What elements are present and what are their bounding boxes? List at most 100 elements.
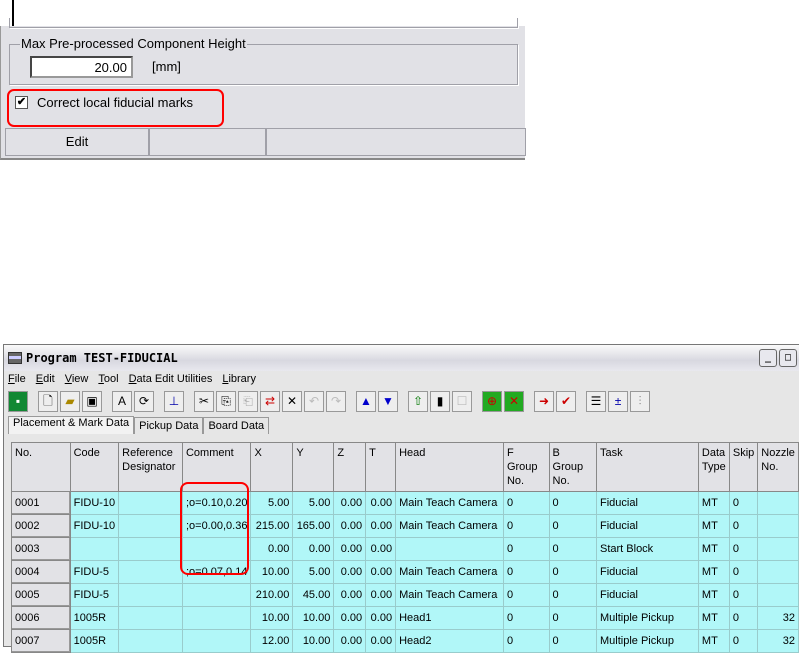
redo-icon[interactable]: ↷ xyxy=(326,391,346,412)
table-cell[interactable]: Fiducial xyxy=(596,514,699,538)
table-cell[interactable]: Fiducial xyxy=(596,491,699,515)
new-file-icon[interactable]: 🗋 xyxy=(38,391,58,412)
table-cell[interactable]: 12.00 xyxy=(250,629,294,653)
table-cell[interactable]: Multiple Pickup xyxy=(596,606,699,630)
table-cell[interactable]: 5.00 xyxy=(292,491,335,515)
disabled-icon[interactable]: ☐ xyxy=(452,391,472,412)
table-cell[interactable]: Fiducial xyxy=(596,560,699,584)
table-cell[interactable]: MT xyxy=(697,629,730,653)
column-header[interactable]: No. xyxy=(11,442,71,492)
column-header[interactable]: Y xyxy=(292,442,335,492)
delete-icon[interactable]: ✕ xyxy=(282,391,302,412)
table-cell[interactable] xyxy=(181,629,252,653)
table-row[interactable]: 0001 FIDU-10 ;o=0.10,0.20 5.00 5.00 0.00 0.00 M… xyxy=(11,491,799,515)
table-cell[interactable]: 0 xyxy=(548,514,598,538)
paste-icon[interactable]: ⎗ xyxy=(238,391,258,412)
check-icon[interactable]: ✔ xyxy=(556,391,576,412)
table-cell[interactable]: 0.00 xyxy=(250,537,294,561)
undo-icon[interactable]: ↶ xyxy=(304,391,324,412)
table-cell[interactable]: 0 xyxy=(548,606,598,630)
table-cell[interactable]: 0.00 xyxy=(333,537,367,561)
table-cell[interactable]: 1005R xyxy=(69,606,120,630)
table-cell[interactable]: 0 xyxy=(502,629,550,653)
table-row[interactable]: 0007 1005R 12.00 10.00 0.00 0.00 Head2 0 0 Multip… xyxy=(11,629,799,653)
table-cell[interactable]: Head1 xyxy=(395,606,504,630)
table-cell[interactable] xyxy=(69,537,120,561)
table-cell[interactable]: 0.00 xyxy=(365,514,397,538)
table-cell[interactable]: 0 xyxy=(502,514,550,538)
tab-pickup-data[interactable]: Pickup Data xyxy=(134,417,204,434)
row-number[interactable]: 0007 xyxy=(11,629,71,653)
column-header[interactable]: Z xyxy=(333,442,367,492)
table-cell[interactable]: 0 xyxy=(548,491,598,515)
table-cell[interactable]: 32 xyxy=(757,629,799,653)
column-header[interactable]: F Group No. xyxy=(502,442,550,492)
table-cell[interactable] xyxy=(757,583,799,607)
column-header[interactable]: Nozzle No. xyxy=(757,442,799,492)
align-icon[interactable]: ± xyxy=(608,391,628,412)
table-cell[interactable]: Fiducial xyxy=(596,583,699,607)
tab-board-data[interactable]: Board Data xyxy=(203,417,270,434)
table-cell[interactable]: 0 xyxy=(728,629,759,653)
move-bottom-icon[interactable]: ▼ xyxy=(378,391,398,412)
row-number[interactable]: 0003 xyxy=(11,537,71,561)
table-cell[interactable] xyxy=(118,606,183,630)
column-header[interactable]: B Group No. xyxy=(548,442,598,492)
table-cell[interactable]: Head2 xyxy=(395,629,504,653)
table-cell[interactable] xyxy=(181,606,252,630)
table-cell[interactable]: 0.00 xyxy=(333,560,367,584)
table-row[interactable]: 0006 1005R 10.00 10.00 0.00 0.00 Head1 0 0 Multip… xyxy=(11,606,799,630)
table-cell[interactable]: 0.00 xyxy=(365,629,397,653)
column-header[interactable]: Head xyxy=(395,442,504,492)
table-cell[interactable]: 0.00 xyxy=(365,583,397,607)
table-cell[interactable]: 0.00 xyxy=(292,537,335,561)
table-cell[interactable]: 0 xyxy=(728,606,759,630)
column-header[interactable]: Task xyxy=(596,442,699,492)
table-cell[interactable]: Main Teach Camera xyxy=(395,491,504,515)
table-row[interactable]: 0003 0.00 0.00 0.00 0.00 0 0 Start Block MT 0 xyxy=(11,537,799,561)
table-cell[interactable]: 0.00 xyxy=(365,537,397,561)
table-cell[interactable]: 0 xyxy=(502,560,550,584)
table-cell[interactable]: 32 xyxy=(757,606,799,630)
table-row[interactable]: 0004 FIDU-5 ;o=0.07,0.14 10.00 5.00 0.00 0.00 M… xyxy=(11,560,799,584)
table-cell[interactable]: 0.00 xyxy=(333,583,367,607)
find-icon[interactable]: A xyxy=(112,391,132,412)
menu-data-edit-utilities[interactable]: Data Edit Utilities xyxy=(129,373,213,385)
table-cell[interactable]: 0 xyxy=(728,560,759,584)
table-cell[interactable]: 0.00 xyxy=(333,491,367,515)
column-header[interactable]: Skip xyxy=(728,442,759,492)
table-cell[interactable] xyxy=(118,514,183,538)
row-number[interactable]: 0004 xyxy=(11,560,71,584)
table-cell[interactable]: 0.00 xyxy=(333,606,367,630)
replace-icon[interactable]: ⟳ xyxy=(134,391,154,412)
move-top-icon[interactable]: ▲ xyxy=(356,391,376,412)
row-number[interactable]: 0001 xyxy=(11,491,71,515)
table-cell[interactable]: MT xyxy=(697,560,730,584)
table-cell[interactable] xyxy=(395,537,504,561)
menu-edit[interactable]: Edit xyxy=(36,373,55,385)
height-input[interactable]: 20.00 xyxy=(30,56,133,78)
table-cell[interactable] xyxy=(118,491,183,515)
table-cell[interactable] xyxy=(757,514,799,538)
maximize-button[interactable]: □ xyxy=(779,349,797,367)
table-cell[interactable]: 5.00 xyxy=(292,560,335,584)
minimize-button[interactable]: _ xyxy=(759,349,777,367)
table-cell[interactable]: 0 xyxy=(548,537,598,561)
table-cell[interactable]: 0 xyxy=(728,583,759,607)
table-cell[interactable]: MT xyxy=(697,583,730,607)
table-row[interactable]: 0002 FIDU-10 ;o=0.00,0.36 215.00 165.00 0.00 0… xyxy=(11,514,799,538)
table-cell[interactable] xyxy=(118,560,183,584)
component-icon[interactable]: ▮ xyxy=(430,391,450,412)
table-cell[interactable] xyxy=(757,560,799,584)
menu-view[interactable]: View xyxy=(65,373,89,385)
table-cell[interactable] xyxy=(757,491,799,515)
table-cell[interactable]: FIDU-10 xyxy=(69,514,120,538)
table-cell[interactable]: Main Teach Camera xyxy=(395,560,504,584)
column-header[interactable]: X xyxy=(250,442,294,492)
table-cell[interactable]: 0.00 xyxy=(365,560,397,584)
table-cell[interactable]: Main Teach Camera xyxy=(395,583,504,607)
table-cell[interactable]: 210.00 xyxy=(250,583,294,607)
arrow-right-icon[interactable]: ➜ xyxy=(534,391,554,412)
column-header[interactable]: T xyxy=(365,442,397,492)
table-cell[interactable]: 165.00 xyxy=(292,514,335,538)
